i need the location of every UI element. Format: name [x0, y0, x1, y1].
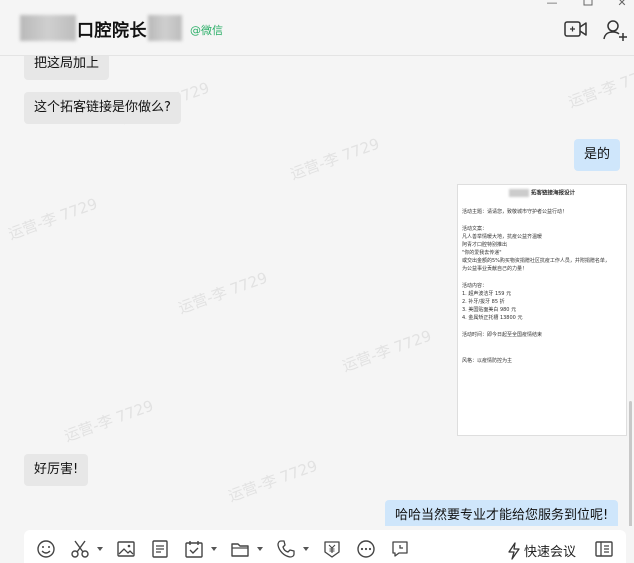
quick-meeting-label: 快速会议 — [524, 545, 577, 560]
close-icon[interactable]: ✕ — [612, 0, 632, 9]
more-icon[interactable] — [356, 539, 376, 559]
add-member-icon[interactable] — [603, 18, 629, 42]
chevron-down-icon[interactable] — [257, 547, 263, 551]
redacted-name-block — [148, 15, 182, 41]
poster-copy-line: 为公益事业贡献自己的力量！ — [462, 265, 528, 272]
chevron-down-icon[interactable] — [303, 547, 309, 551]
poster-item: 4. 金属矫正托槽 13800 元 — [462, 314, 523, 321]
watermark: 运营-李 7729 — [565, 62, 634, 112]
poster-image-message[interactable]: 拓客链接海报设计 活动主题：请请您，致敬城市守护者公益行动！ 活动文案： 凡人善… — [457, 184, 627, 436]
poster-time: 活动时间：即今日起至全国疫情结束 — [462, 331, 543, 338]
watermark: 运营-李 7729 — [287, 134, 382, 184]
chevron-down-icon[interactable] — [97, 547, 103, 551]
watermark: 运营-李 7729 — [5, 194, 100, 244]
chat-history-icon[interactable] — [390, 539, 410, 559]
video-call-icon[interactable] — [563, 18, 589, 42]
document-icon[interactable] — [150, 539, 170, 559]
scissors-icon[interactable] — [70, 539, 90, 559]
poster-theme: 活动主题：请请您，致敬城市守护者公益行动！ — [462, 208, 568, 215]
input-toolbar: 快速会议 — [24, 530, 626, 563]
message-bubble[interactable]: 好厉害! — [24, 454, 89, 486]
maximize-icon[interactable] — [578, 0, 598, 8]
poster-item: 1. 超声波洁牙 159 元 — [462, 290, 512, 297]
lightning-icon — [506, 541, 522, 560]
redacted-name-block — [20, 15, 76, 41]
watermark: 运营-李 7729 — [339, 326, 434, 376]
phone-icon[interactable] — [276, 539, 296, 559]
image-icon[interactable] — [116, 539, 136, 559]
poster-copy-label: 活动文案： — [462, 225, 488, 232]
calendar-check-icon[interactable] — [184, 539, 204, 559]
poster-style: 风格：以疫情防控为主 — [462, 357, 513, 364]
message-list[interactable]: 运营-李 7729 运营-李 7729 运营-李 7729 运营-李 7729 … — [0, 56, 634, 526]
poster-copy-line: 凡人善举情暖大地，抗疫公益齐温暖 — [462, 233, 543, 240]
message-bubble[interactable]: 哈哈当然要专业才能给您服务到位呢! — [385, 500, 619, 526]
chat-header: 口腔院长 @微信 — ✕ — [0, 0, 634, 56]
chevron-down-icon[interactable] — [211, 547, 217, 551]
payment-icon[interactable] — [322, 539, 342, 559]
wechat-source-tag: @微信 — [190, 23, 223, 37]
watermark: 运营-李 7729 — [175, 268, 270, 318]
redacted-block — [509, 189, 530, 197]
scrollbar[interactable] — [629, 401, 632, 526]
emoji-icon[interactable] — [36, 539, 56, 559]
poster-copy-line: "你的爱我去传递" — [462, 249, 502, 256]
quick-meeting-button[interactable]: 快速会议 — [506, 541, 576, 560]
message-bubble[interactable]: 把这局加上 — [24, 56, 110, 80]
poster-item: 3. 美国贴面美白 980 元 — [462, 306, 517, 313]
poster-copy-line: 阿青才口腔特别推出 — [462, 241, 508, 248]
message-bubble[interactable]: 这个拓客链接是你做么? — [24, 92, 181, 124]
watermark: 运营-李 7729 — [225, 456, 320, 506]
poster-title: 拓客链接海报设计 — [530, 190, 575, 197]
poster-item: 2. 补牙/拔牙 85 折 — [462, 298, 505, 305]
folder-icon[interactable] — [230, 539, 250, 559]
message-bubble[interactable]: 是的 — [574, 139, 621, 171]
poster-content-label: 活动内容： — [462, 282, 488, 289]
chat-title[interactable]: 口腔院长 — [77, 16, 147, 41]
minimize-icon[interactable]: — — [542, 0, 562, 9]
sidebar-icon[interactable] — [594, 539, 614, 559]
watermark: 运营-李 7729 — [61, 396, 156, 446]
poster-copy-line: 或交出金额的5%购买物资捐赠社区抗疫工作人员，并附捐赠名单， — [462, 257, 610, 264]
chat-title-group: 口腔院长 @微信 — [20, 13, 223, 43]
